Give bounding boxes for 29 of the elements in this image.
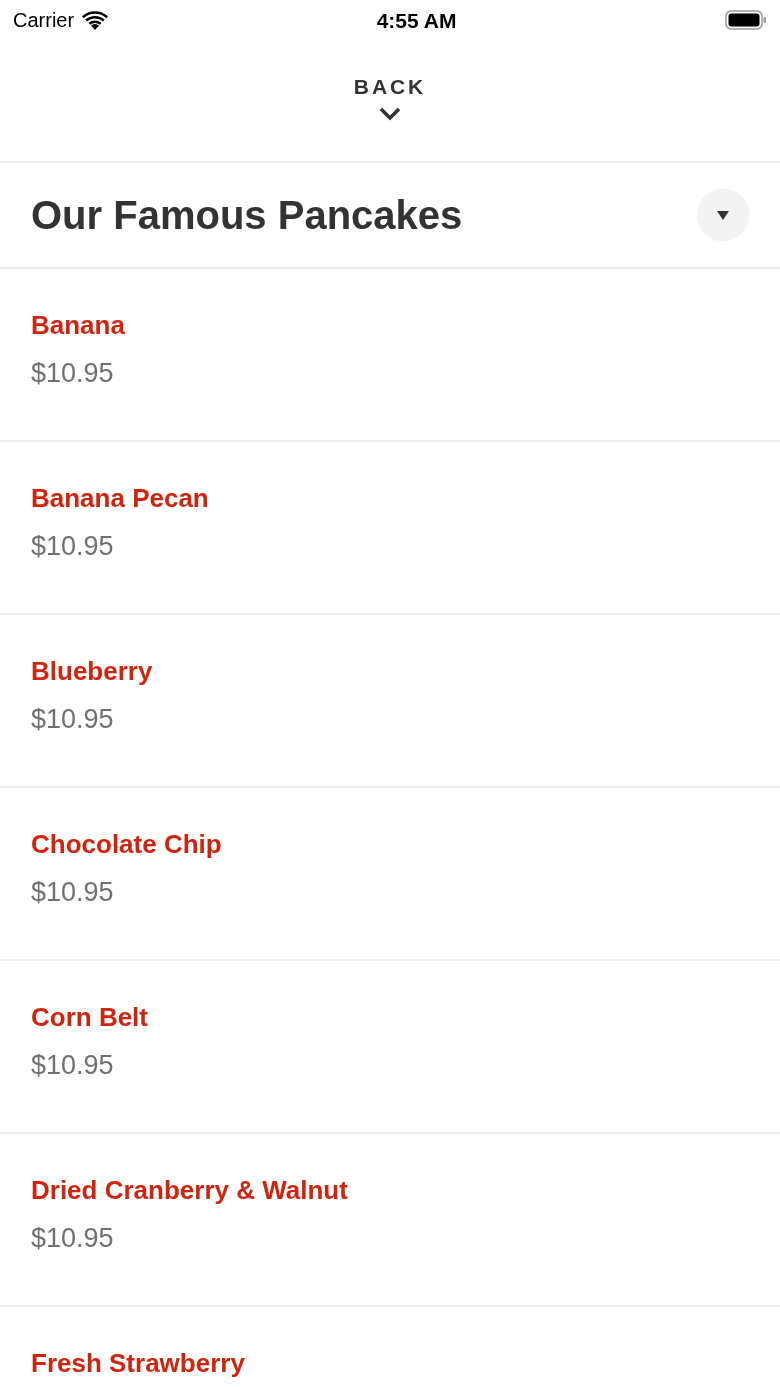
back-button[interactable]: BACK xyxy=(353,76,427,121)
item-price: $10.95 xyxy=(31,357,114,389)
item-name: Corn Belt xyxy=(31,1001,148,1033)
dropdown-button[interactable] xyxy=(697,189,749,241)
battery-icon xyxy=(725,10,767,30)
menu-item[interactable]: Blueberry $10.95 xyxy=(0,615,780,788)
carrier-label: Carrier xyxy=(13,10,75,30)
item-price: $10.95 xyxy=(31,1222,114,1254)
menu-item[interactable]: Banana Pecan $10.95 xyxy=(0,442,780,615)
menu-item[interactable]: Banana $10.95 xyxy=(0,269,780,442)
status-time: 4:55 AM xyxy=(376,9,457,31)
item-name: Dried Cranberry & Walnut xyxy=(31,1174,348,1206)
chevron-down-icon xyxy=(379,107,401,121)
item-price: $10.95 xyxy=(31,703,114,735)
menu-item[interactable]: Corn Belt $10.95 xyxy=(0,961,780,1134)
menu-item[interactable]: Chocolate Chip $10.95 xyxy=(0,788,780,961)
item-name: Banana Pecan xyxy=(31,482,209,514)
menu-item[interactable]: Fresh Strawberry xyxy=(0,1307,780,1387)
menu-item[interactable]: Dried Cranberry & Walnut $10.95 xyxy=(0,1134,780,1307)
item-price: $10.95 xyxy=(31,876,114,908)
item-price: $10.95 xyxy=(31,1049,114,1081)
item-name: Fresh Strawberry xyxy=(31,1347,245,1379)
item-price: $10.95 xyxy=(31,530,114,562)
item-name: Chocolate Chip xyxy=(31,828,222,860)
item-name: Banana xyxy=(31,309,125,341)
section-title: Our Famous Pancakes xyxy=(31,195,463,235)
caret-down-icon xyxy=(717,210,729,220)
wifi-icon xyxy=(82,10,109,30)
item-name: Blueberry xyxy=(31,655,153,687)
